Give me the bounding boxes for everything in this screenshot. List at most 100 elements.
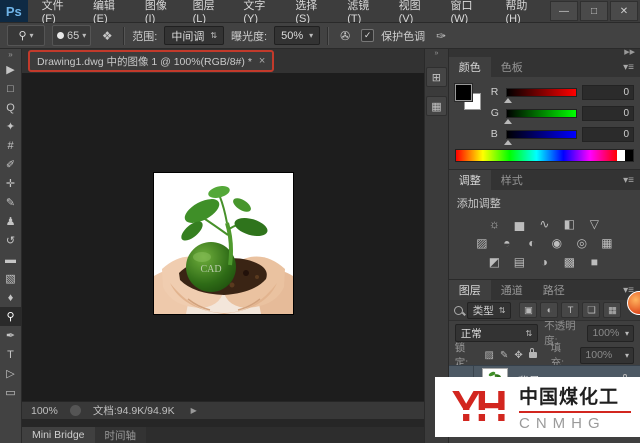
photo-filter-icon[interactable]: ◉ <box>548 235 566 250</box>
color-balance-icon[interactable]: ◓ <box>498 235 516 250</box>
eyedropper-tool[interactable]: ✐ <box>0 155 21 174</box>
strip-collapse-icon[interactable]: » <box>434 49 438 58</box>
filter-shape-layers-icon[interactable]: ❏ <box>582 302 600 318</box>
menu-image[interactable]: 图像(I) <box>137 0 185 25</box>
green-channel-value[interactable]: 0 <box>582 106 634 121</box>
tab-styles[interactable]: 样式 <box>491 170 533 190</box>
tab-color[interactable]: 颜色 <box>449 57 491 77</box>
path-selection-tool[interactable]: ▷ <box>0 364 21 383</box>
menu-file[interactable]: 文件(F) <box>34 0 85 25</box>
black-swatch[interactable] <box>625 150 633 161</box>
slider-thumb[interactable] <box>504 119 512 124</box>
green-channel-slider[interactable] <box>506 109 577 118</box>
lasso-tool[interactable]: Q <box>0 98 21 117</box>
blue-channel-slider[interactable] <box>506 130 577 139</box>
posterize-icon[interactable]: ▤ <box>510 254 528 269</box>
menu-filter[interactable]: 滤镜(T) <box>339 0 390 25</box>
exposure-select[interactable]: 50% ▾ <box>274 26 320 45</box>
fill-select[interactable]: 100% ▾ <box>580 347 634 364</box>
lock-pixels-icon[interactable]: ✎ <box>500 350 508 361</box>
close-button[interactable]: ✕ <box>610 1 638 21</box>
lock-transparency-icon[interactable]: ▨ <box>485 350 494 361</box>
panel-menu-icon[interactable]: ▾≡ <box>623 170 640 190</box>
layer-filter-select[interactable]: 类型 ⇅ <box>467 302 512 319</box>
blue-channel-value[interactable]: 0 <box>582 127 634 142</box>
toolbar-collapse-icon[interactable]: » <box>8 49 12 60</box>
color-spectrum-bar[interactable] <box>455 149 634 162</box>
invert-icon[interactable]: ◩ <box>485 254 503 269</box>
slider-thumb[interactable] <box>504 98 512 103</box>
red-channel-value[interactable]: 0 <box>582 85 634 100</box>
pressure-toggle-icon[interactable]: ✑ <box>432 29 450 43</box>
canvas[interactable]: CAD <box>22 73 424 401</box>
crop-tool[interactable]: # <box>0 136 21 155</box>
curves-icon[interactable]: ∿ <box>535 216 553 231</box>
zoom-level[interactable]: 100% <box>31 405 58 417</box>
menu-layer[interactable]: 图层(L) <box>185 0 236 25</box>
channel-mixer-icon[interactable]: ◎ <box>573 235 591 250</box>
properties-panel-button[interactable]: ▦ <box>426 96 447 116</box>
maximize-button[interactable]: □ <box>580 1 608 21</box>
color-swatches[interactable] <box>455 84 485 114</box>
filter-type-layers-icon[interactable]: T <box>561 302 579 318</box>
gradient-tool[interactable]: ▧ <box>0 269 21 288</box>
airbrush-icon[interactable]: ✇ <box>336 29 354 43</box>
panel-menu-icon[interactable]: ▾≡ <box>623 57 640 77</box>
tab-timeline[interactable]: 时间轴 <box>95 427 147 443</box>
selective-color-icon[interactable]: ■ <box>585 254 603 269</box>
exposure-icon[interactable]: ◧ <box>560 216 578 231</box>
menu-select[interactable]: 选择(S) <box>287 0 339 25</box>
foreground-color-swatch[interactable] <box>455 84 472 101</box>
filter-pixel-layers-icon[interactable]: ▣ <box>519 302 537 318</box>
rectangle-tool[interactable]: ▭ <box>0 383 21 402</box>
pen-tool[interactable]: ✒ <box>0 326 21 345</box>
brightness-contrast-icon[interactable]: ☼ <box>485 216 503 231</box>
marquee-tool[interactable]: □ <box>0 79 21 98</box>
opacity-select[interactable]: 100% ▾ <box>587 325 634 342</box>
healing-brush-tool[interactable]: ✛ <box>0 174 21 193</box>
clone-stamp-tool[interactable]: ♟ <box>0 212 21 231</box>
brush-panel-toggle-icon[interactable]: ❖ <box>98 29 116 43</box>
dodge-tool[interactable]: ⚲ <box>0 307 21 326</box>
black-white-icon[interactable]: ◐ <box>523 235 541 250</box>
threshold-icon[interactable]: ◑ <box>535 254 553 269</box>
tab-channels[interactable]: 通道 <box>491 280 533 300</box>
minimize-button[interactable]: — <box>550 1 578 21</box>
range-select[interactable]: 中间调 ⇅ <box>164 26 224 45</box>
white-swatch[interactable] <box>617 150 625 161</box>
tab-swatches[interactable]: 色板 <box>491 57 533 77</box>
tool-preset-picker[interactable]: ⚲ ▾ <box>7 25 45 46</box>
blur-tool[interactable]: ♦ <box>0 288 21 307</box>
tab-adjustments[interactable]: 调整 <box>449 170 491 190</box>
tab-mini-bridge[interactable]: Mini Bridge <box>22 427 95 443</box>
brush-size-picker[interactable]: 65 ▾ <box>52 25 91 46</box>
menu-view[interactable]: 视图(V) <box>391 0 443 25</box>
menu-edit[interactable]: 编辑(E) <box>85 0 137 25</box>
document-tab[interactable]: Drawing1.dwg 中的图像 1 @ 100%(RGB/8#) * × <box>28 50 274 72</box>
panels-collapse-icon[interactable]: ▶▶ <box>449 49 640 57</box>
quick-selection-tool[interactable]: ✦ <box>0 117 21 136</box>
eraser-tool[interactable]: ▬ <box>0 250 21 269</box>
move-tool[interactable]: ▶ <box>0 60 21 79</box>
menu-window[interactable]: 窗口(W) <box>443 0 498 25</box>
hue-saturation-icon[interactable]: ▨ <box>473 235 491 250</box>
levels-icon[interactable]: ▅ <box>510 216 528 231</box>
filter-adjustment-layers-icon[interactable]: ◐ <box>540 302 558 318</box>
color-lookup-icon[interactable]: ▦ <box>598 235 616 250</box>
history-panel-button[interactable]: ⊞ <box>426 67 447 87</box>
slider-thumb[interactable] <box>504 140 512 145</box>
menu-type[interactable]: 文字(Y) <box>235 0 287 25</box>
tab-paths[interactable]: 路径 <box>533 280 575 300</box>
filter-smart-objects-icon[interactable]: ▦ <box>603 302 621 318</box>
vibrance-icon[interactable]: ▽ <box>585 216 603 231</box>
lock-position-icon[interactable]: ✥ <box>514 350 522 361</box>
close-tab-icon[interactable]: × <box>259 55 265 67</box>
lock-all-icon[interactable] <box>529 352 537 358</box>
red-channel-slider[interactable] <box>506 88 577 97</box>
gradient-map-icon[interactable]: ▩ <box>560 254 578 269</box>
document-image[interactable]: CAD <box>154 173 293 314</box>
spectrum-gradient[interactable] <box>456 150 617 161</box>
menu-help[interactable]: 帮助(H) <box>497 0 550 25</box>
history-brush-tool[interactable]: ↺ <box>0 231 21 250</box>
type-tool[interactable]: T <box>0 345 21 364</box>
